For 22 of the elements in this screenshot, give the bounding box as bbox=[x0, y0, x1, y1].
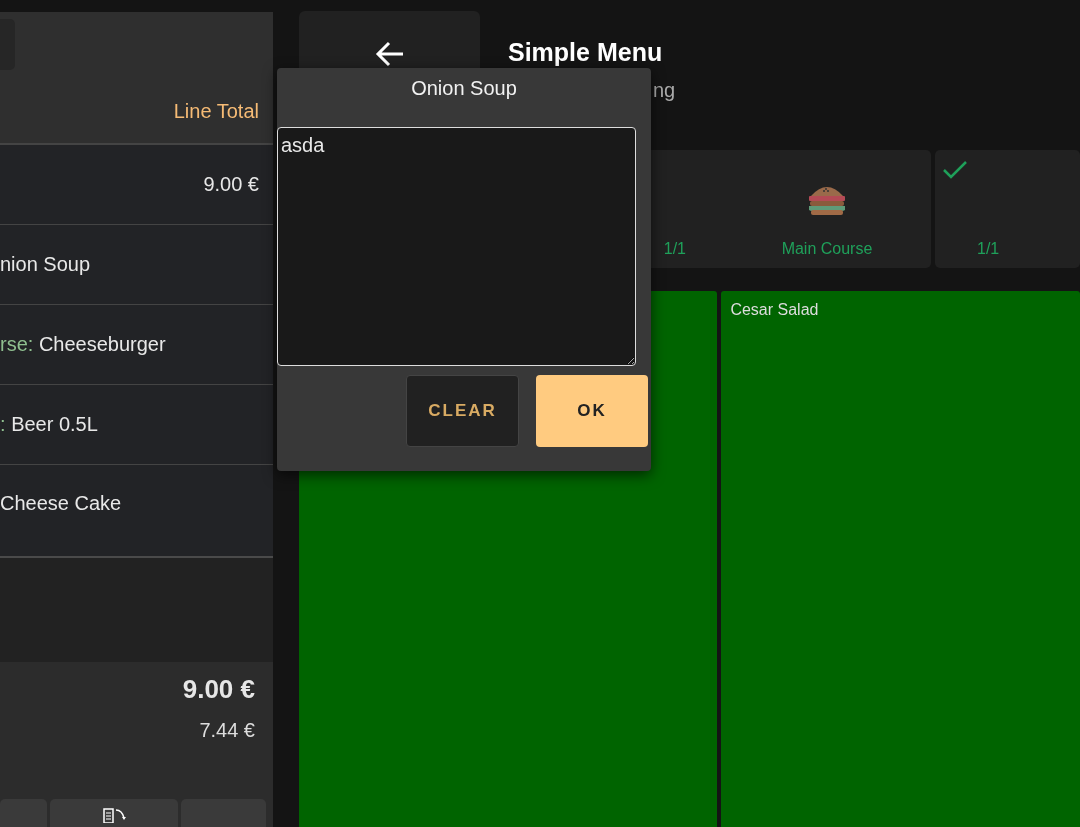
ok-button[interactable]: OK bbox=[536, 375, 648, 447]
category-tile[interactable]: 1/1 bbox=[935, 150, 1080, 268]
dialog-title: Onion Soup bbox=[410, 76, 518, 101]
note-field[interactable]: asda bbox=[277, 127, 636, 366]
total-amount: 9.00 € bbox=[182, 674, 255, 705]
menu-title: Simple Menu bbox=[508, 38, 664, 67]
back-arrow-icon bbox=[374, 41, 405, 67]
line-total: 9.00 € bbox=[203, 173, 259, 196]
product-tile[interactable]: Cesar Salad bbox=[721, 291, 1080, 827]
order-item-name: : Beer 0.5L bbox=[0, 413, 98, 436]
column-header: Line Total bbox=[173, 100, 259, 123]
category-count: 1/1 bbox=[663, 240, 686, 258]
order-item-name: rse: Cheeseburger bbox=[0, 333, 166, 356]
clear-button[interactable]: CLEAR bbox=[406, 375, 519, 447]
category-label: Main Course bbox=[781, 240, 873, 258]
category-count: 1/1 bbox=[977, 240, 1000, 258]
action-button[interactable] bbox=[50, 799, 178, 827]
receipt-icon bbox=[101, 807, 127, 823]
order-item-name: Cheese Cake bbox=[0, 492, 122, 515]
order-item-name: nion Soup bbox=[0, 253, 91, 276]
net-amount: 7.44 € bbox=[199, 719, 255, 742]
burger-icon bbox=[808, 186, 846, 216]
